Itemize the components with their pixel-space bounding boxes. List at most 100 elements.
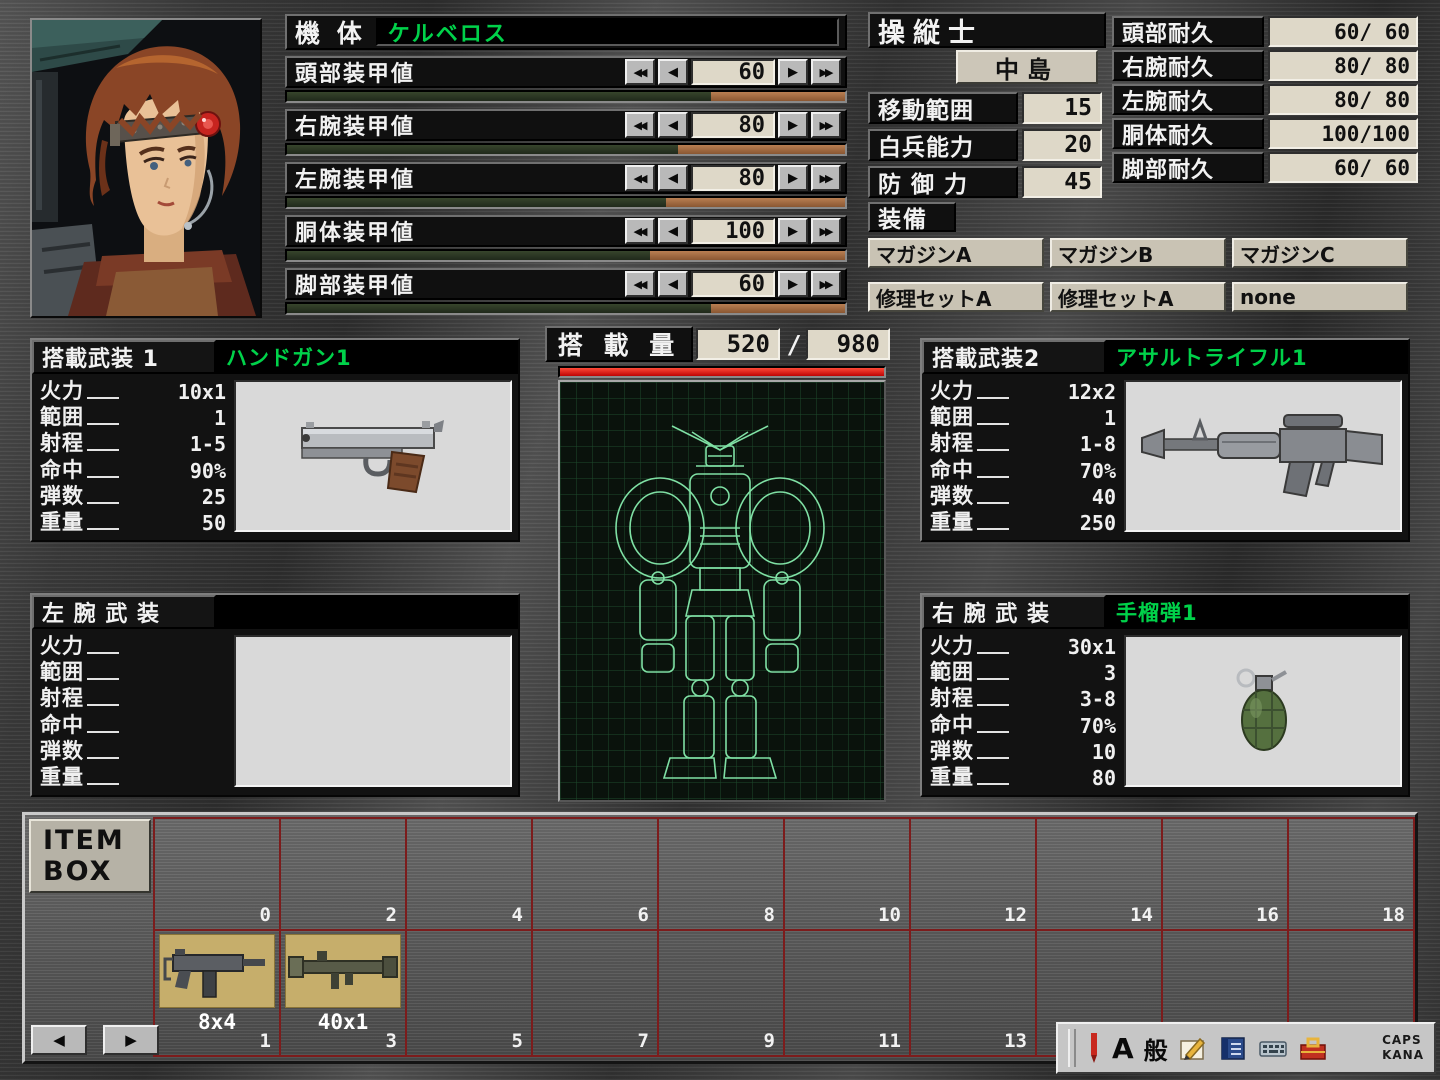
item-cell-number: 13 [1004,1030,1027,1052]
caps-indicator[interactable]: CAPS [1382,1033,1424,1048]
item-cell-number: 14 [1130,904,1153,926]
item-cell[interactable]: 18 [1289,819,1415,931]
decrement-fast-button[interactable]: ◀◀ [625,271,655,297]
decrement-button[interactable]: ◀ [658,218,688,244]
stat-underline [87,757,119,759]
weapon-image-well[interactable] [234,635,512,787]
equipment-slot[interactable]: 修理セットA [868,282,1044,312]
pilot-name-field[interactable]: 中島 [956,50,1098,84]
ime-dictionary-icon[interactable] [1178,1033,1208,1063]
itembox-prev-button[interactable]: ◀ [31,1025,87,1055]
item-cell[interactable]: 10 [785,819,911,931]
machine-header: 機 体 ケルベロス [285,14,847,50]
decrement-button[interactable]: ◀ [658,59,688,85]
ime-book-icon[interactable] [1218,1033,1248,1063]
increment-fast-button[interactable]: ▶▶ [811,112,841,138]
increment-fast-button[interactable]: ▶▶ [811,218,841,244]
item-cell[interactable]: 8 [659,819,785,931]
item-cell[interactable]: 14 [1037,819,1163,931]
stat-value: 70% [1080,461,1116,481]
item-cell[interactable]: 2 [281,819,407,931]
ime-conversion-mode[interactable]: 般 [1144,1031,1168,1066]
increment-fast-button[interactable]: ▶▶ [811,271,841,297]
double-right-arrow-icon: ▶▶ [820,119,831,132]
armor-value: 60 [691,271,775,297]
stat-value: 1-5 [190,434,226,454]
itembox-next-button[interactable]: ▶ [103,1025,159,1055]
item-cell[interactable]: 0 [155,819,281,931]
increment-button[interactable]: ▶ [778,271,808,297]
stat-underline [977,731,1009,733]
right-arrow-icon: ▶ [788,171,798,186]
increment-button[interactable]: ▶ [778,59,808,85]
weapon-image-well[interactable] [234,380,512,532]
decrement-fast-button[interactable]: ◀◀ [625,218,655,244]
weapon-name[interactable]: ハンドガン1 [216,340,518,374]
item-grid: 0 2 4 6 8 10 12 14 16 18 [153,817,1415,1057]
weapon-name[interactable] [216,595,518,629]
item-cell[interactable]: 9 [659,931,785,1057]
decrement-button[interactable]: ◀ [658,112,688,138]
item-box-label-line2: BOX [43,856,149,887]
item-cell-number: 1 [260,1030,271,1052]
decrement-fast-button[interactable]: ◀◀ [625,59,655,85]
stat-value: 90% [190,461,226,481]
item-cell[interactable]: 4 [407,819,533,931]
increment-fast-button[interactable]: ▶▶ [811,165,841,191]
ime-drag-handle[interactable] [1068,1029,1076,1067]
decrement-button[interactable]: ◀ [658,165,688,191]
double-left-arrow-icon: ◀◀ [634,278,645,291]
increment-button[interactable]: ▶ [778,218,808,244]
equipment-slot[interactable]: none [1232,282,1408,312]
item-cell[interactable]: 12 [911,819,1037,931]
pilot-portrait-art [32,20,260,316]
weapon-panel-title: 左 腕 武 装 [32,595,216,629]
pilot-stat-label: 白兵能力 [868,129,1018,161]
stat-label: 火力 [40,381,84,402]
payload-label: 搭 載 量 [545,326,693,362]
durability-label: 脚部耐久 [1112,152,1264,183]
item-cell[interactable]: 7 [533,931,659,1057]
item-cell[interactable]: 5 [407,931,533,1057]
equipment-slot[interactable]: マガジンC [1232,238,1408,268]
armor-label: 右腕装甲値 [295,109,415,141]
armor-value: 80 [691,165,775,191]
ime-pen-icon[interactable] [1086,1033,1102,1063]
item-cell[interactable]: 8x4 1 [155,931,281,1057]
payload-separator: / [784,328,804,360]
ime-input-mode[interactable]: A [1112,1032,1134,1065]
decrement-fast-button[interactable]: ◀◀ [625,112,655,138]
pilot-stat-label: 防 御 力 [868,166,1018,198]
equipment-slot[interactable]: 修理セットA [1050,282,1226,312]
item-cell[interactable]: 11 [785,931,911,1057]
ime-toolbox-icon[interactable] [1298,1033,1328,1063]
stat-underline [87,704,119,706]
increment-button[interactable]: ▶ [778,112,808,138]
item-box-label: ITEM BOX [29,819,151,893]
item-tile[interactable] [159,934,275,1008]
item-cell[interactable]: 16 [1163,819,1289,931]
item-cell[interactable]: 13 [911,931,1037,1057]
increment-button[interactable]: ▶ [778,165,808,191]
machine-panel: 機 体 ケルベロス 頭部装甲値 ◀◀ ◀ 60 ▶ ▶▶ 右腕装甲値 ◀◀ [285,14,847,315]
item-cell[interactable]: 40x1 3 [281,931,407,1057]
decrement-fast-button[interactable]: ◀◀ [625,165,655,191]
item-tile[interactable] [285,934,401,1008]
double-left-arrow-icon: ◀◀ [634,225,645,238]
ime-keyboard-icon[interactable] [1258,1033,1288,1063]
weapon-image-well[interactable] [1124,380,1402,532]
equipment-slot[interactable]: マガジンA [868,238,1044,268]
increment-fast-button[interactable]: ▶▶ [811,59,841,85]
stat-value: 80 [1092,768,1116,788]
durability-value: 80/ 80 [1268,84,1418,115]
armor-label: 脚部装甲値 [295,268,415,300]
machine-name-field[interactable]: ケルベロス [376,18,839,46]
weapon-name[interactable]: 手榴弾1 [1106,595,1408,629]
equipment-slot[interactable]: マガジンB [1050,238,1226,268]
weapon-image-well[interactable] [1124,635,1402,787]
decrement-button[interactable]: ◀ [658,271,688,297]
double-right-arrow-icon: ▶▶ [820,172,831,185]
weapon-name[interactable]: アサルトライフル1 [1106,340,1408,374]
item-cell[interactable]: 6 [533,819,659,931]
kana-indicator[interactable]: KANA [1382,1048,1424,1063]
